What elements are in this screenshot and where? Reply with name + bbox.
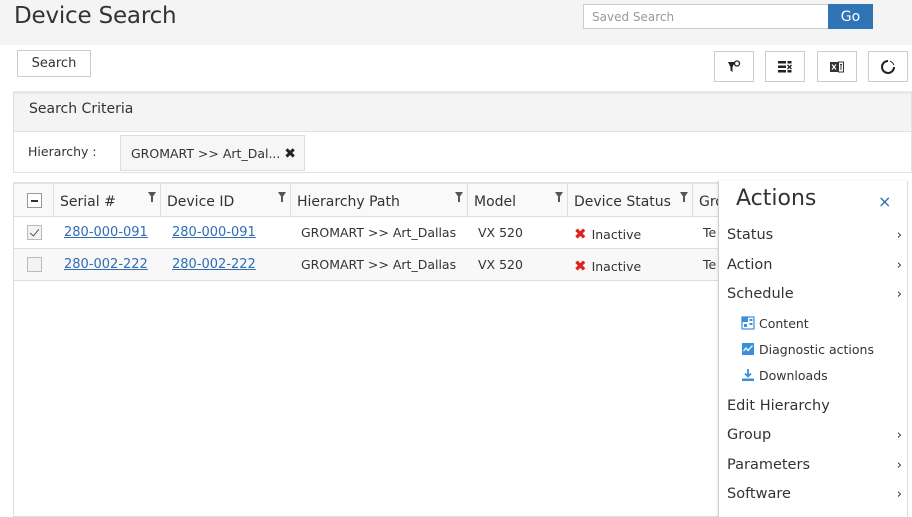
device-id-link[interactable]: 280-000-091 <box>172 217 256 248</box>
search-criteria-panel: Search Criteria Hierarchy : GROMART >> A… <box>13 91 912 173</box>
hierarchy-label: Hierarchy : <box>28 144 97 159</box>
submenu-item-downloads[interactable]: Downloads <box>741 365 901 385</box>
filter-icon[interactable] <box>680 192 688 202</box>
group-cell: Te <box>703 257 717 272</box>
export-excel-button[interactable] <box>817 51 857 82</box>
page-title: Device Search <box>14 3 177 29</box>
chevron-right-icon: › <box>896 228 902 243</box>
menu-item-parameters[interactable]: Parameters › <box>727 457 903 481</box>
select-all-checkbox[interactable] <box>27 193 42 208</box>
filter-icon[interactable] <box>555 192 563 202</box>
close-icon[interactable]: × <box>878 192 891 211</box>
actions-title: Actions <box>736 186 817 211</box>
row-checkbox[interactable] <box>27 225 42 240</box>
row-checkbox[interactable] <box>27 257 42 272</box>
hierarchy-path-cell: GROMART >> Art_Dallas <box>301 257 457 272</box>
page-header: Device Search Go <box>0 0 912 45</box>
menu-item-group[interactable]: Group › <box>727 427 903 451</box>
status-cell: ✖ Inactive <box>574 257 642 275</box>
hierarchy-filter-chip[interactable]: GROMART >> Art_Dal... ✖ <box>120 135 305 171</box>
column-chooser-button[interactable] <box>765 51 805 82</box>
diagnostic-icon <box>742 343 754 355</box>
content-icon <box>741 316 755 330</box>
chevron-right-icon: › <box>896 287 902 302</box>
chevron-right-icon: › <box>896 458 902 473</box>
menu-item-status[interactable]: Status › <box>727 227 903 251</box>
actions-panel: Actions × Status › Action › Schedule › C… <box>718 181 908 517</box>
status-cell: ✖ Inactive <box>574 225 642 243</box>
filter-reset-icon <box>728 59 741 72</box>
menu-item-schedule[interactable]: Schedule › <box>727 286 903 310</box>
saved-search-input[interactable] <box>583 4 829 29</box>
close-icon[interactable]: ✖ <box>284 147 296 161</box>
submenu-item-content[interactable]: Content <box>741 313 901 333</box>
column-header-hierarchy-path[interactable]: Hierarchy Path <box>291 184 468 217</box>
grid-header: Serial # Device ID Hierarchy Path Model … <box>14 184 732 217</box>
menu-item-software[interactable]: Software › <box>727 486 903 510</box>
refresh-icon <box>881 59 895 74</box>
select-all-header <box>14 184 54 217</box>
model-cell: VX 520 <box>478 225 523 240</box>
search-criteria-title: Search Criteria <box>14 94 911 132</box>
column-chooser-icon <box>778 60 792 72</box>
hierarchy-path-cell: GROMART >> Art_Dallas <box>301 225 457 240</box>
menu-item-edit-hierarchy[interactable]: Edit Hierarchy <box>727 398 903 422</box>
inactive-x-icon: ✖ <box>574 257 587 275</box>
chevron-right-icon: › <box>896 487 902 502</box>
model-cell: VX 520 <box>478 257 523 272</box>
device-id-link[interactable]: 280-002-222 <box>172 249 256 280</box>
inactive-x-icon: ✖ <box>574 225 587 243</box>
table-row[interactable]: 280-000-091 280-000-091 GROMART >> Art_D… <box>14 217 732 249</box>
column-header-device-id[interactable]: Device ID <box>161 184 291 217</box>
filter-icon[interactable] <box>455 192 463 202</box>
clear-filters-button[interactable] <box>714 51 754 82</box>
filter-icon[interactable] <box>148 192 156 202</box>
device-grid: Serial # Device ID Hierarchy Path Model … <box>13 182 733 517</box>
hierarchy-value: GROMART >> Art_Dal... <box>131 146 281 161</box>
menu-item-action[interactable]: Action › <box>727 257 903 281</box>
table-row[interactable]: 280-002-222 280-002-222 GROMART >> Art_D… <box>14 249 732 281</box>
go-button[interactable]: Go <box>828 4 873 29</box>
column-header-model[interactable]: Model <box>468 184 568 217</box>
chevron-right-icon: › <box>896 428 902 443</box>
serial-link[interactable]: 280-000-091 <box>64 217 148 248</box>
filter-icon[interactable] <box>278 192 286 202</box>
search-button[interactable]: Search <box>17 50 91 77</box>
download-icon <box>742 369 754 381</box>
submenu-item-diagnostic-actions[interactable]: Diagnostic actions <box>741 339 901 359</box>
column-header-serial[interactable]: Serial # <box>54 184 161 217</box>
group-cell: Te <box>703 225 717 240</box>
refresh-button[interactable] <box>868 51 908 82</box>
serial-link[interactable]: 280-002-222 <box>64 249 148 280</box>
excel-export-icon <box>830 61 844 72</box>
column-header-device-status[interactable]: Device Status <box>568 184 693 217</box>
chevron-right-icon: › <box>896 258 902 273</box>
